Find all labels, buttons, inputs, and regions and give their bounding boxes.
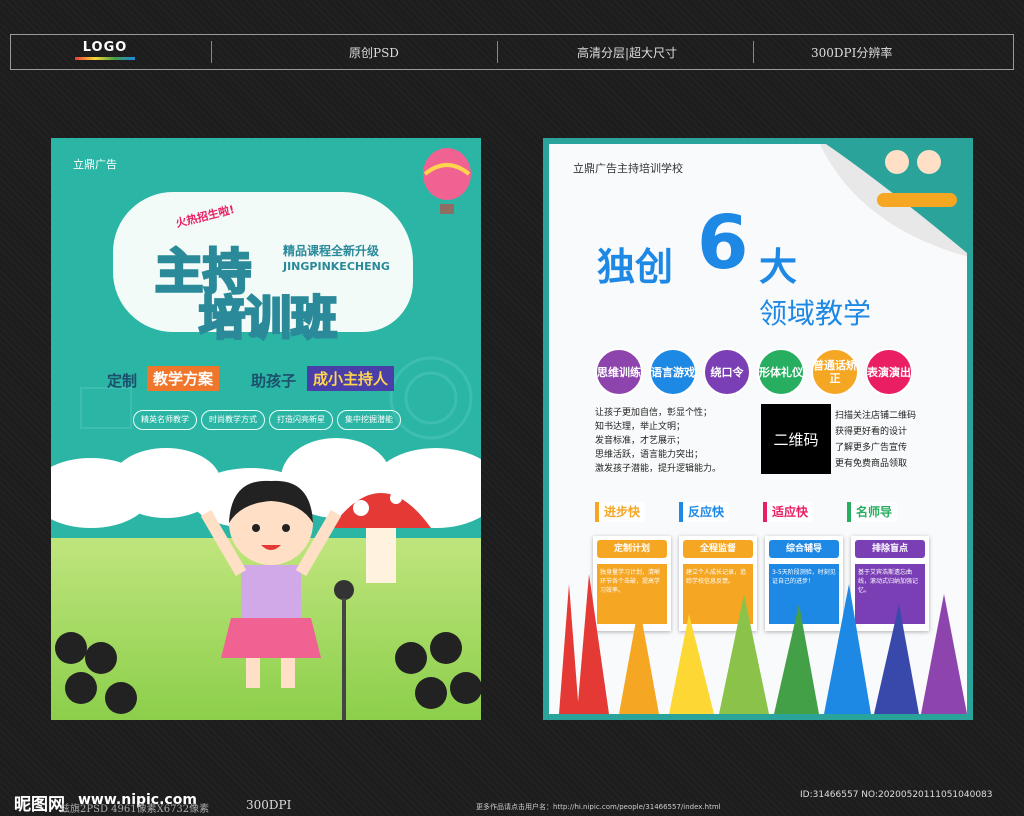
benefit-item: 知书达理，举止文明； [595, 422, 686, 432]
slogan-b: 教学方案 [147, 366, 220, 391]
feature-label: 名师导 [847, 502, 898, 522]
headline-a: 独创 [597, 245, 674, 289]
field-circle: 思维训练 [595, 348, 643, 396]
feature-card-title: 定制计划 [597, 540, 667, 558]
logo-text: LOGO [82, 40, 128, 55]
pill: 集中挖掘潜能 [337, 410, 401, 430]
benefit-item: 思维活跃，语言能力突出； [595, 450, 704, 460]
qr-text-line: 获得更好看的设计 [835, 427, 908, 437]
qr-text-line: 了解更多广告宣传 [835, 443, 908, 453]
subtitle: 精品课程全新升级 [283, 244, 380, 258]
balloon-icon [423, 148, 471, 214]
divider [497, 41, 498, 63]
slogan-d: 成小主持人 [307, 366, 395, 391]
title-line2: 培训班 [198, 290, 339, 347]
header-item-layers: 高清分层|超大尺寸 [577, 46, 678, 60]
slogan-a: 定制 [107, 372, 138, 390]
poster-host-class: 立鼎广告 火热招生啦! 主持 精品课程全新升级 JINGPINKECHENG 培… [51, 138, 481, 720]
poster2-sheet: 立鼎广告主持培训学校 独创 6 大 领域教学 思维训练 语言游戏 绕口令 形体礼仪 普通… [549, 144, 967, 714]
headline-sub: 领域教学 [759, 297, 872, 330]
poster1-brand: 立鼎广告 [73, 158, 117, 171]
color-brush-strokes [559, 574, 967, 714]
benefit-item: 激发孩子潜能，提升逻辑能力。 [595, 464, 722, 474]
microphone-stand-icon [334, 580, 354, 720]
feature-card-title: 综合辅导 [769, 540, 839, 558]
pinyin: JINGPINKECHENG [283, 260, 390, 273]
headline-b: 大 [759, 245, 798, 289]
footer-dpi: 300DPI [246, 798, 292, 812]
footer-brand: 昵图网 [14, 795, 65, 815]
header-item-dpi: 300DPI分辨率 [811, 46, 893, 60]
logo: LOGO [75, 40, 135, 64]
field-circle: 表演演出 [865, 348, 913, 396]
qr-text-line: 更有免费商品领取 [835, 459, 908, 469]
girl-illustration [201, 480, 341, 688]
school-name: 立鼎广告主持培训学校 [573, 162, 683, 175]
field-circle: 普通话矫正 [811, 348, 859, 396]
field-circle: 语言游戏 [649, 348, 697, 396]
divider [211, 41, 212, 63]
header-bar: LOGO 原创PSD 高清分层|超大尺寸 300DPI分辨率 [10, 34, 1014, 70]
slogan-c: 助孩子 [251, 372, 297, 390]
pill: 打造闪亮新星 [269, 410, 333, 430]
poster-six-fields: 立鼎广告主持培训学校 独创 6 大 领域教学 思维训练 语言游戏 绕口令 形体礼仪 普通… [543, 138, 973, 720]
logo-stripe [75, 57, 135, 60]
feature-card-title: 排除盲点 [855, 540, 925, 558]
pill: 时尚教学方式 [201, 410, 265, 430]
footer-id: ID:31466557 NO:20200520111051040083 [800, 790, 993, 800]
header-item-psd: 原创PSD [349, 46, 399, 60]
field-circle: 绕口令 [703, 348, 751, 396]
news-mics-left [55, 632, 137, 714]
benefit-item: 让孩子更加自信，彰显个性； [595, 408, 713, 418]
qr-text-line: 扫描关注店铺二维码 [835, 411, 917, 421]
page-curl [819, 144, 967, 257]
divider [753, 41, 754, 63]
footer-more[interactable]: 更多作品请点击用户名：http://hi.nipic.com/people/31… [476, 802, 721, 812]
headline-number: 6 [697, 200, 749, 286]
news-mics-right [395, 632, 481, 709]
feature-label: 进步快 [595, 502, 646, 522]
feature-label: 适应快 [763, 502, 814, 522]
pill: 精英名师教学 [133, 410, 197, 430]
footer: 昵图网 www.nipic.com 兹旗2PSD 4961像素X6732像素 3… [0, 786, 1024, 816]
benefit-item: 发音标准，才艺展示； [595, 436, 686, 446]
qr-text: 扫描关注店铺二维码 获得更好看的设计 了解更多广告宣传 更有免费商品领取 [835, 408, 916, 472]
footer-specs: 兹旗2PSD 4961像素X6732像素 [60, 804, 210, 815]
qr-code: 二维码 [761, 404, 831, 474]
feature-card-title: 全程监督 [683, 540, 753, 558]
benefits-list: 让孩子更加自信，彰显个性； 知书达理，举止文明； 发音标准，才艺展示； 思维活跃… [595, 406, 721, 476]
feature-label: 反应快 [679, 502, 730, 522]
field-circle: 形体礼仪 [757, 348, 805, 396]
